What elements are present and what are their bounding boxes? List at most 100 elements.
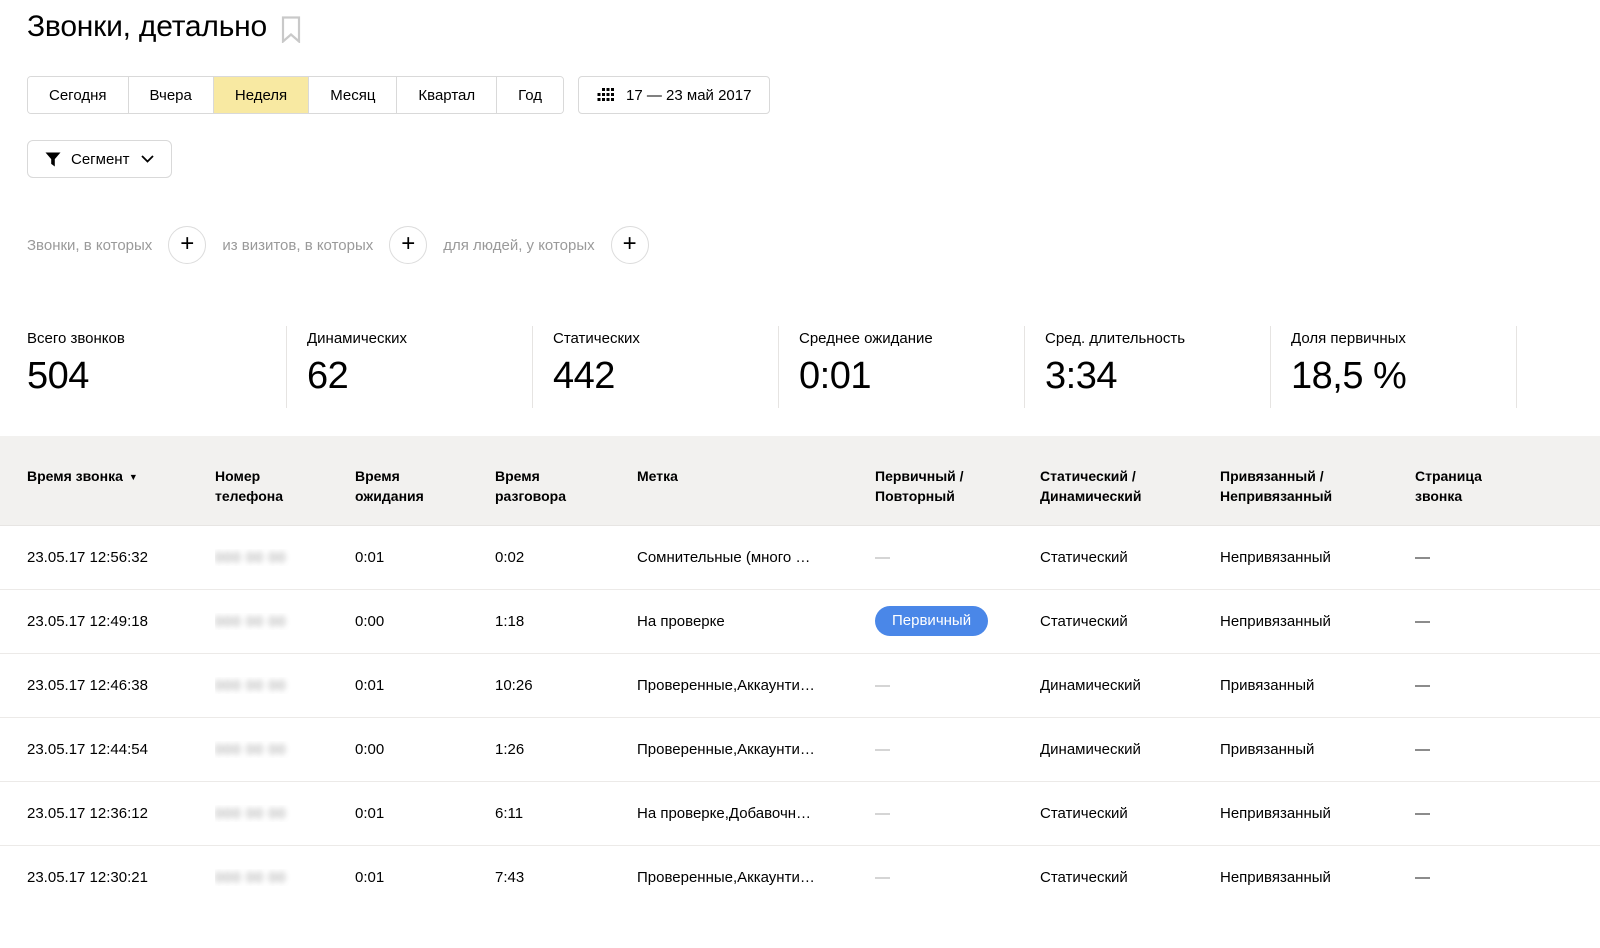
metric-value: 62: [307, 355, 532, 398]
static-dynamic: Динамический: [1040, 677, 1220, 694]
calls-table-header: Время звонка▼ Номер телефона Время ожида…: [0, 436, 1600, 526]
period-controls: Сегодня Вчера Неделя Месяц Квартал Год 1…: [27, 76, 1600, 114]
call-page: —: [1415, 613, 1600, 630]
primary-repeat: —: [875, 741, 1040, 758]
col-header-static-dynamic[interactable]: Статический / Динамический: [1040, 466, 1220, 507]
add-call-filter-button[interactable]: +: [168, 226, 206, 264]
wait-time: 0:01: [355, 549, 495, 566]
phone-number: 000 00 00: [215, 613, 355, 630]
tab-yesterday[interactable]: Вчера: [129, 77, 214, 113]
wait-time: 0:00: [355, 741, 495, 758]
filter-builder: Звонки, в которых + из визитов, в которы…: [27, 226, 1600, 264]
segment-button[interactable]: Сегмент: [27, 140, 172, 178]
filter-label-calls: Звонки, в которых: [27, 237, 152, 254]
col-header-wait-time[interactable]: Время ожидания: [355, 466, 495, 507]
col-header-talk-time[interactable]: Время разговора: [495, 466, 637, 507]
call-label: На проверке,Добавочн…: [637, 805, 875, 822]
col-header-phone[interactable]: Номер телефона: [215, 466, 355, 507]
add-visit-filter-button[interactable]: +: [389, 226, 427, 264]
primary-repeat: —: [875, 549, 1040, 566]
wait-time: 0:00: [355, 613, 495, 630]
primary-repeat: —: [875, 805, 1040, 822]
calls-table: Время звонка▼ Номер телефона Время ожида…: [0, 436, 1600, 910]
static-dynamic: Статический: [1040, 613, 1220, 630]
talk-time: 0:02: [495, 549, 637, 566]
call-label: Проверенные,Аккаунти…: [637, 677, 875, 694]
table-row[interactable]: 23.05.17 12:46:38 000 00 00 0:01 10:26 П…: [0, 654, 1600, 718]
metric-value: 0:01: [799, 355, 1024, 398]
tab-week[interactable]: Неделя: [214, 77, 309, 113]
primary-badge: Первичный: [875, 606, 988, 636]
table-row[interactable]: 23.05.17 12:49:18 000 00 00 0:00 1:18 На…: [0, 590, 1600, 654]
phone-number: 000 00 00: [215, 549, 355, 566]
metric-static: Статических 442: [533, 326, 779, 408]
col-header-primary-repeat[interactable]: Первичный / Повторный: [875, 466, 1040, 507]
primary-repeat: —: [875, 677, 1040, 694]
static-dynamic: Статический: [1040, 869, 1220, 886]
bound-unbound: Непривязанный: [1220, 613, 1415, 630]
bound-unbound: Привязанный: [1220, 677, 1415, 694]
tab-month[interactable]: Месяц: [309, 77, 397, 113]
metric-label: Сред. длительность: [1045, 330, 1270, 347]
call-label: На проверке: [637, 613, 875, 630]
metric-label: Статических: [553, 330, 778, 347]
talk-time: 7:43: [495, 869, 637, 886]
col-header-bound-unbound[interactable]: Привязанный / Непривязанный: [1220, 466, 1415, 507]
add-people-filter-button[interactable]: +: [611, 226, 649, 264]
call-time: 23.05.17 12:46:38: [27, 677, 215, 694]
call-page: —: [1415, 741, 1600, 758]
primary-repeat: —: [875, 869, 1040, 886]
primary-repeat: Первичный: [875, 606, 1040, 636]
tab-year[interactable]: Год: [497, 77, 563, 113]
sort-desc-icon: ▼: [129, 472, 138, 482]
metric-dynamic: Динамических 62: [287, 326, 533, 408]
filter-label-visits: из визитов, в которых: [222, 237, 373, 254]
call-page: —: [1415, 869, 1600, 886]
wait-time: 0:01: [355, 805, 495, 822]
table-row[interactable]: 23.05.17 12:56:32 000 00 00 0:01 0:02 Со…: [0, 526, 1600, 590]
metric-total-calls: Всего звонков 504: [27, 326, 287, 408]
metric-label: Среднее ожидание: [799, 330, 1024, 347]
period-tab-group: Сегодня Вчера Неделя Месяц Квартал Год: [27, 76, 564, 114]
metric-avg-duration: Сред. длительность 3:34: [1025, 326, 1271, 408]
table-row[interactable]: 23.05.17 12:36:12 000 00 00 0:01 6:11 На…: [0, 782, 1600, 846]
metric-label: Доля первичных: [1291, 330, 1516, 347]
chevron-down-icon: [141, 155, 154, 163]
col-header-call-time[interactable]: Время звонка▼: [27, 466, 215, 507]
static-dynamic: Статический: [1040, 805, 1220, 822]
call-time: 23.05.17 12:49:18: [27, 613, 215, 630]
date-range-button[interactable]: 17 — 23 май 2017: [578, 76, 770, 114]
col-header-label[interactable]: Метка: [637, 466, 875, 507]
phone-redacted: 000 00 00: [215, 805, 286, 821]
date-range-label: 17 — 23 май 2017: [626, 87, 751, 104]
bound-unbound: Непривязанный: [1220, 869, 1415, 886]
bookmark-icon[interactable]: [281, 16, 301, 43]
funnel-icon: [45, 152, 61, 167]
call-time: 23.05.17 12:56:32: [27, 549, 215, 566]
phone-number: 000 00 00: [215, 869, 355, 886]
metric-value: 442: [553, 355, 778, 398]
metric-avg-wait: Среднее ожидание 0:01: [779, 326, 1025, 408]
tab-quarter[interactable]: Квартал: [397, 77, 497, 113]
call-label: Проверенные,Аккаунти…: [637, 869, 875, 886]
call-time: 23.05.17 12:30:21: [27, 869, 215, 886]
metric-value: 3:34: [1045, 355, 1270, 398]
bound-unbound: Непривязанный: [1220, 549, 1415, 566]
plus-icon: +: [401, 232, 415, 256]
phone-redacted: 000 00 00: [215, 677, 286, 693]
phone-redacted: 000 00 00: [215, 549, 286, 565]
phone-number: 000 00 00: [215, 677, 355, 694]
phone-redacted: 000 00 00: [215, 613, 286, 629]
static-dynamic: Динамический: [1040, 741, 1220, 758]
bound-unbound: Привязанный: [1220, 741, 1415, 758]
metrics-summary: Всего звонков 504 Динамических 62 Статич…: [27, 326, 1600, 408]
talk-time: 1:18: [495, 613, 637, 630]
table-row[interactable]: 23.05.17 12:30:21 000 00 00 0:01 7:43 Пр…: [0, 846, 1600, 910]
talk-time: 6:11: [495, 805, 637, 822]
call-label: Проверенные,Аккаунти…: [637, 741, 875, 758]
table-row[interactable]: 23.05.17 12:44:54 000 00 00 0:00 1:26 Пр…: [0, 718, 1600, 782]
talk-time: 1:26: [495, 741, 637, 758]
tab-today[interactable]: Сегодня: [28, 77, 129, 113]
plus-icon: +: [623, 232, 637, 256]
col-header-call-page[interactable]: Страница звонка: [1415, 466, 1600, 507]
